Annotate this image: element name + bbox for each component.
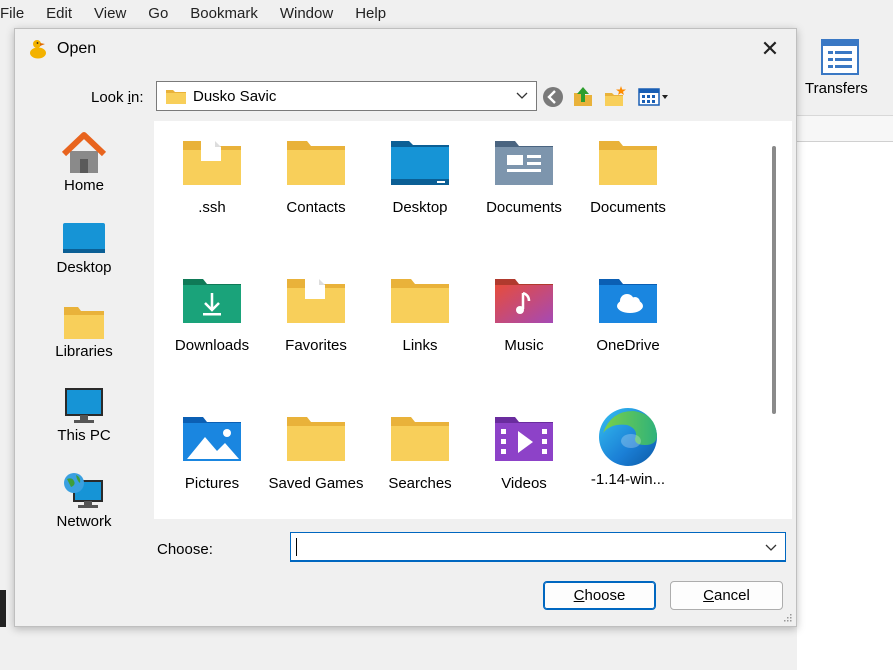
documents-folder-icon <box>495 141 553 185</box>
file-name-input[interactable] <box>290 532 786 562</box>
computer-icon <box>65 388 103 423</box>
file-item[interactable]: OneDrive <box>576 275 680 354</box>
transfers-label[interactable]: Transfers <box>805 80 868 97</box>
place-libraries[interactable]: Libraries <box>23 303 145 360</box>
file-item[interactable]: Pictures <box>160 413 264 492</box>
menu-view[interactable]: View <box>82 5 136 22</box>
file-name: Saved Games <box>268 475 364 492</box>
place-desktop-label: Desktop <box>56 259 112 276</box>
place-this-pc-label: This PC <box>57 427 111 444</box>
onedrive-folder-icon <box>599 279 657 323</box>
file-item[interactable]: Videos <box>472 413 576 492</box>
file-name: .ssh <box>198 199 226 216</box>
place-libraries-label: Libraries <box>55 343 113 360</box>
background-bottom <box>0 627 797 670</box>
file-name: Documents <box>590 199 666 216</box>
file-item[interactable]: -1.14-win... <box>576 408 680 488</box>
file-name: Searches <box>388 475 452 492</box>
menu-window[interactable]: Window <box>268 5 343 22</box>
file-item[interactable]: Favorites <box>264 275 368 354</box>
network-icon <box>64 473 103 508</box>
file-name: -1.14-win... <box>590 471 666 488</box>
videos-folder-icon <box>495 417 553 461</box>
file-item[interactable]: Links <box>368 275 472 354</box>
up-folder-icon[interactable] <box>571 85 595 109</box>
choose-button[interactable]: Choose <box>543 581 656 610</box>
file-item[interactable]: Music <box>472 275 576 354</box>
file-name: Videos <box>501 475 547 492</box>
menubar: File Edit View Go Bookmark Window Help <box>0 0 893 26</box>
place-this-pc[interactable]: This PC <box>23 387 145 444</box>
file-name: Contacts <box>286 199 346 216</box>
file-name: Documents <box>486 199 562 216</box>
music-folder-icon <box>495 279 553 323</box>
resize-grip-icon[interactable] <box>782 612 792 622</box>
places-sidebar: Home Desktop Libraries This PC Network <box>23 121 145 597</box>
folder-icon <box>166 90 186 104</box>
file-name: Pictures <box>184 475 240 492</box>
file-name: Desktop <box>392 199 448 216</box>
desktop-icon <box>63 223 105 253</box>
menu-file[interactable]: File <box>0 5 34 22</box>
file-name: Favorites <box>285 337 347 354</box>
folder-icon <box>599 141 657 185</box>
place-home[interactable]: Home <box>23 131 145 194</box>
cancel-button[interactable]: Cancel <box>670 581 783 610</box>
place-home-label: Home <box>63 177 104 194</box>
file-name: Downloads <box>174 337 250 354</box>
back-icon[interactable] <box>541 85 565 109</box>
file-item[interactable]: Documents <box>576 137 680 216</box>
menu-edit[interactable]: Edit <box>34 5 82 22</box>
place-network-label: Network <box>56 513 112 530</box>
file-item[interactable]: Documents <box>472 137 576 216</box>
view-menu-icon[interactable] <box>637 85 673 109</box>
chevron-down-icon[interactable] <box>765 541 777 553</box>
file-item[interactable]: Saved Games <box>264 413 368 492</box>
choose-label: Choose: <box>157 541 213 558</box>
file-item[interactable]: Desktop <box>368 137 472 216</box>
open-dialog: Open ✕ Look in: Dusko Savic Home Desktop… <box>14 28 797 627</box>
folder-icon <box>391 417 449 461</box>
file-name: OneDrive <box>596 337 660 354</box>
pictures-folder-icon <box>183 417 241 461</box>
chevron-down-icon <box>516 92 528 99</box>
libraries-icon <box>64 307 104 339</box>
file-list: .ssh Contacts Desktop Documents Document… <box>154 121 792 519</box>
look-in-label: Look in: <box>91 89 144 106</box>
background-strip <box>797 116 893 142</box>
file-item[interactable]: Searches <box>368 413 472 492</box>
place-desktop[interactable]: Desktop <box>23 219 145 276</box>
menu-help[interactable]: Help <box>343 5 396 22</box>
text-caret <box>296 538 297 556</box>
folder-shortcut-icon <box>287 279 345 323</box>
folder-shortcut-icon <box>183 141 241 185</box>
edge-icon <box>599 408 657 466</box>
new-folder-icon[interactable] <box>603 85 627 109</box>
menu-go[interactable]: Go <box>136 5 178 22</box>
look-in-value: Dusko Savic <box>193 88 277 105</box>
look-in-combobox[interactable]: Dusko Savic <box>156 81 537 111</box>
file-item[interactable]: .ssh <box>160 137 264 216</box>
desktop-folder-icon <box>391 141 449 185</box>
file-name: Links <box>402 337 438 354</box>
dialog-title: Open <box>57 40 97 57</box>
folder-icon <box>391 279 449 323</box>
file-name: Music <box>504 337 544 354</box>
vertical-scrollbar[interactable] <box>772 146 776 414</box>
downloads-folder-icon <box>183 279 241 323</box>
file-item[interactable]: Downloads <box>160 275 264 354</box>
dialog-titlebar[interactable]: Open ✕ <box>15 29 796 69</box>
folder-icon <box>287 417 345 461</box>
duck-icon <box>30 40 46 59</box>
transfers-icon[interactable] <box>820 38 860 76</box>
place-network[interactable]: Network <box>23 471 145 530</box>
file-item[interactable]: Contacts <box>264 137 368 216</box>
close-button[interactable]: ✕ <box>758 37 782 61</box>
background-left-edge <box>0 26 14 670</box>
menu-bookmark[interactable]: Bookmark <box>178 5 268 22</box>
home-icon <box>61 132 107 173</box>
folder-icon <box>287 141 345 185</box>
